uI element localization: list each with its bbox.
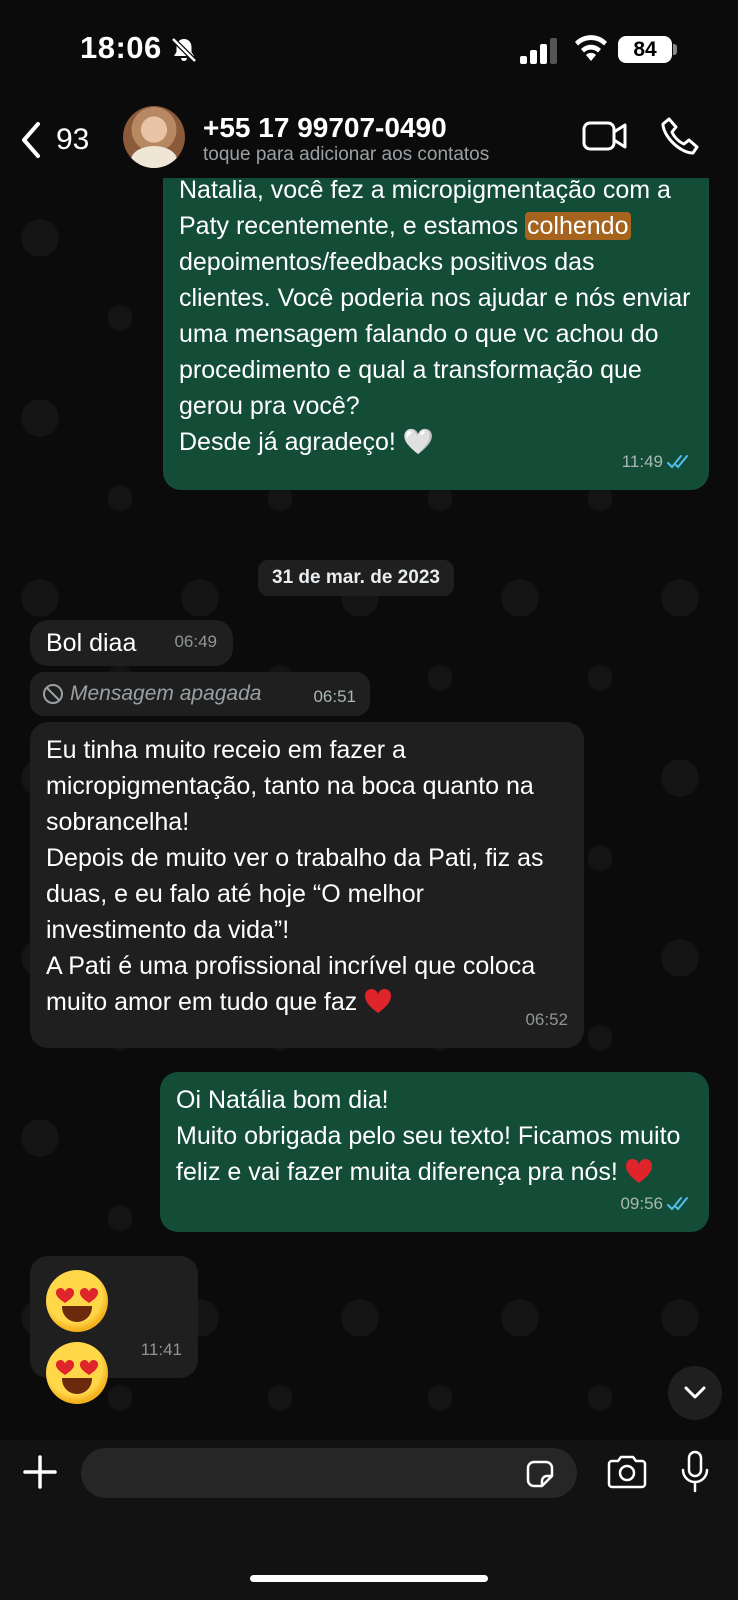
message-time: 06:49 <box>174 632 217 651</box>
home-indicator <box>250 1575 488 1582</box>
scroll-to-bottom-button[interactable] <box>668 1366 722 1420</box>
camera-icon[interactable] <box>606 1454 648 1490</box>
status-bar: 18:06 84 <box>0 0 738 100</box>
message-time: 11:41 <box>140 1340 182 1359</box>
avatar[interactable] <box>123 106 185 168</box>
message-incoming[interactable]: Eu tinha muito receio em fazer a micropi… <box>30 722 584 1048</box>
video-call-icon[interactable] <box>582 118 628 154</box>
heart-eyes-emoji-icon <box>46 1270 108 1332</box>
heart-eyes-emoji-icon <box>46 1342 108 1404</box>
message-text: Oi Natália bom dia! Muito obrigada pelo … <box>176 1086 681 1186</box>
chat-area[interactable]: Natalia, você fez a micropigmentação com… <box>0 178 738 1463</box>
clock: 18:06 <box>80 30 162 65</box>
composer-bar <box>0 1440 738 1600</box>
phone-call-icon[interactable] <box>660 116 700 156</box>
bell-muted-icon <box>171 37 197 63</box>
contact-name[interactable]: +55 17 99707-0490 <box>203 112 447 144</box>
message-time: 06:52 <box>525 1010 568 1029</box>
message-outgoing[interactable]: Natalia, você fez a micropigmentação com… <box>163 178 709 490</box>
read-ticks-icon <box>667 455 688 469</box>
message-meta: 06:52 <box>525 1002 568 1038</box>
red-heart-emoji-icon <box>625 1158 652 1183</box>
battery-indicator: 84 <box>618 36 672 63</box>
message-time: 06:51 <box>313 687 356 706</box>
date-separator: 31 de mar. de 2023 <box>258 560 454 596</box>
sticker-icon[interactable] <box>524 1458 556 1490</box>
wifi-icon <box>575 35 607 61</box>
unread-count: 93 <box>56 123 90 156</box>
chat-header: 93 +55 17 99707-0490 toque para adiciona… <box>0 100 738 178</box>
deleted-message-text: Mensagem apagada <box>70 682 262 705</box>
message-meta: 09:56 <box>620 1186 693 1222</box>
message-incoming[interactable]: 11:41 <box>30 1256 198 1404</box>
message-text: Eu tinha muito receio em fazer a micropi… <box>46 736 544 1016</box>
contact-subtitle[interactable]: toque para adicionar aos contatos <box>203 144 523 166</box>
message-meta: 11:49 <box>622 444 693 480</box>
message-meta: 06:51 <box>313 687 356 707</box>
read-ticks-icon <box>667 1197 688 1211</box>
deleted-message[interactable]: Mensagem apagada 06:51 <box>30 672 370 716</box>
message-meta: 11:41 <box>141 1332 182 1368</box>
red-heart-emoji-icon <box>365 988 392 1013</box>
message-outgoing[interactable]: Oi Natália bom dia! Muito obrigada pelo … <box>160 1072 709 1232</box>
message-text: Natalia, você fez a micropigmentação com… <box>179 178 691 456</box>
chevron-left-icon <box>22 122 40 158</box>
cellular-signal-icon <box>520 38 557 64</box>
chevron-down-icon <box>684 1386 706 1399</box>
back-button[interactable]: 93 <box>18 118 108 162</box>
message-input[interactable] <box>81 1448 577 1498</box>
microphone-icon[interactable] <box>680 1450 710 1494</box>
message-time: 11:49 <box>621 452 663 471</box>
message-time: 09:56 <box>620 1194 663 1213</box>
plus-icon[interactable] <box>22 1454 58 1490</box>
battery-tip <box>673 44 677 55</box>
search-highlight: colhendo <box>525 212 631 240</box>
message-meta: 06:49 <box>174 624 217 660</box>
message-incoming[interactable]: Bol diaa 06:49 <box>30 620 233 666</box>
blocked-icon <box>43 684 63 704</box>
